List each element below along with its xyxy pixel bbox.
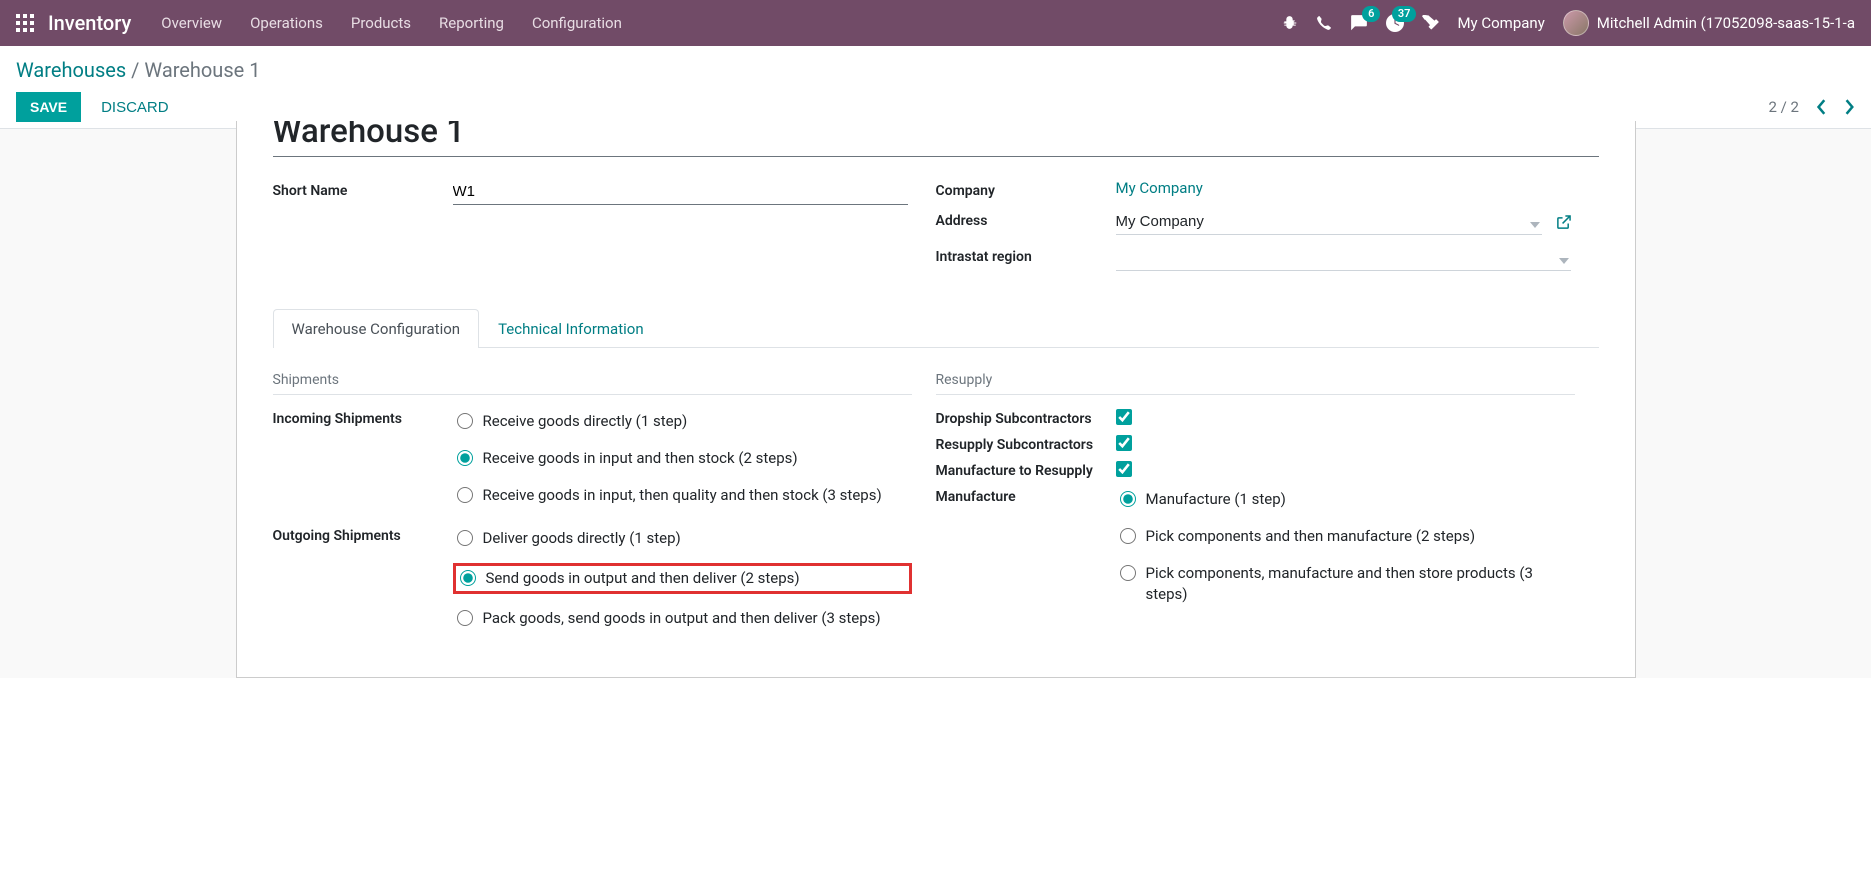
incoming-label: Incoming Shipments xyxy=(273,409,453,520)
messaging-badge: 6 xyxy=(1362,6,1380,22)
breadcrumb-parent[interactable]: Warehouses xyxy=(16,58,126,82)
apps-icon[interactable] xyxy=(16,14,34,32)
user-menu[interactable]: Mitchell Admin (17052098-saas-15-1-a xyxy=(1563,10,1855,36)
group-shipments: Shipments Incoming Shipments Receive goo… xyxy=(273,372,936,649)
resupply-sub-label: Resupply Subcontractors xyxy=(936,435,1116,455)
tab-technical-info[interactable]: Technical Information xyxy=(479,309,663,348)
tab-warehouse-config[interactable]: Warehouse Configuration xyxy=(273,309,480,348)
save-button[interactable]: SAVE xyxy=(16,92,81,122)
intrastat-input[interactable] xyxy=(1116,245,1571,271)
manufacture-opt-2steps[interactable]: Pick components and then manufacture (2 … xyxy=(1116,524,1575,549)
outgoing-radio-3[interactable] xyxy=(457,610,473,626)
incoming-opt-1step[interactable]: Receive goods directly (1 step) xyxy=(453,409,912,434)
phone-icon[interactable] xyxy=(1316,15,1332,31)
systray: 6 37 My Company Mitchell Admin (17052098… xyxy=(1281,10,1855,36)
intrastat-label: Intrastat region xyxy=(936,245,1116,265)
resupply-sub-checkbox[interactable] xyxy=(1116,435,1132,451)
address-input[interactable] xyxy=(1116,209,1542,235)
incoming-radio-3[interactable] xyxy=(457,487,473,503)
form-sheet: Warehouse 1 Short Name Company My Compan… xyxy=(236,121,1636,678)
cp-right: 2 / 2 xyxy=(1769,98,1856,116)
discard-button[interactable]: DISCARD xyxy=(101,99,169,116)
manufacture-opt-1step[interactable]: Manufacture (1 step) xyxy=(1116,487,1575,512)
record-title: Warehouse 1 xyxy=(273,121,1599,157)
breadcrumb-current: Warehouse 1 xyxy=(144,58,260,82)
incoming-radio-1[interactable] xyxy=(457,413,473,429)
main-navbar: Inventory Overview Operations Products R… xyxy=(0,0,1871,46)
menu-products[interactable]: Products xyxy=(351,14,411,32)
outgoing-opt-3steps[interactable]: Pack goods, send goods in output and the… xyxy=(453,606,912,631)
company-value[interactable]: My Company xyxy=(1116,179,1203,197)
group-resupply: Resupply Dropship Subcontractors Resuppl… xyxy=(936,372,1599,649)
manufacture-radio-3[interactable] xyxy=(1120,565,1136,581)
short-name-label: Short Name xyxy=(273,179,453,199)
outgoing-opt-1step[interactable]: Deliver goods directly (1 step) xyxy=(453,526,912,551)
form-view: Warehouse 1 Short Name Company My Compan… xyxy=(0,128,1871,678)
outgoing-radio-1[interactable] xyxy=(457,530,473,546)
address-label: Address xyxy=(936,209,1116,229)
menu-overview[interactable]: Overview xyxy=(161,14,222,32)
outgoing-label: Outgoing Shipments xyxy=(273,526,453,643)
manu-resupply-label: Manufacture to Resupply xyxy=(936,461,1116,481)
incoming-opt-2steps[interactable]: Receive goods in input and then stock (2… xyxy=(453,446,912,471)
menu-configuration[interactable]: Configuration xyxy=(532,14,622,32)
outgoing-opt-2steps[interactable]: Send goods in output and then deliver (2… xyxy=(453,563,912,594)
incoming-radio-2[interactable] xyxy=(457,450,473,466)
company-label: Company xyxy=(936,179,1116,199)
company-switcher[interactable]: My Company xyxy=(1457,14,1544,32)
breadcrumb: Warehouses / Warehouse 1 xyxy=(16,58,1855,82)
activities-badge: 37 xyxy=(1392,6,1417,22)
menu-reporting[interactable]: Reporting xyxy=(439,14,504,32)
manu-resupply-checkbox[interactable] xyxy=(1116,461,1132,477)
manufacture-radio-2[interactable] xyxy=(1120,528,1136,544)
debug-icon[interactable] xyxy=(1281,15,1298,32)
group-title-resupply: Resupply xyxy=(936,372,1575,395)
pager-next[interactable] xyxy=(1845,99,1855,115)
manufacture-opt-3steps[interactable]: Pick components, manufacture and then st… xyxy=(1116,561,1575,607)
app-brand[interactable]: Inventory xyxy=(48,11,131,35)
notebook-tabs: Warehouse Configuration Technical Inform… xyxy=(273,309,1599,348)
dropship-label: Dropship Subcontractors xyxy=(936,409,1116,429)
cp-left: SAVE DISCARD xyxy=(16,92,169,122)
messaging-icon[interactable]: 6 xyxy=(1350,14,1368,32)
short-name-input[interactable] xyxy=(453,179,908,205)
menu-operations[interactable]: Operations xyxy=(250,14,323,32)
manufacture-label: Manufacture xyxy=(936,487,1116,619)
avatar xyxy=(1563,10,1589,36)
group-title-shipments: Shipments xyxy=(273,372,912,395)
incoming-opt-3steps[interactable]: Receive goods in input, then quality and… xyxy=(453,483,912,508)
activities-icon[interactable]: 37 xyxy=(1386,14,1404,32)
pager-value[interactable]: 2 / 2 xyxy=(1769,98,1800,116)
manufacture-radio-1[interactable] xyxy=(1120,491,1136,507)
dropship-checkbox[interactable] xyxy=(1116,409,1132,425)
user-name: Mitchell Admin (17052098-saas-15-1-a xyxy=(1597,14,1855,32)
tools-icon[interactable] xyxy=(1422,15,1439,32)
external-link-icon[interactable] xyxy=(1556,214,1571,230)
outgoing-radio-2[interactable] xyxy=(460,570,476,586)
pager-prev[interactable] xyxy=(1817,99,1827,115)
control-panel: Warehouses / Warehouse 1 SAVE DISCARD 2 … xyxy=(0,46,1871,128)
